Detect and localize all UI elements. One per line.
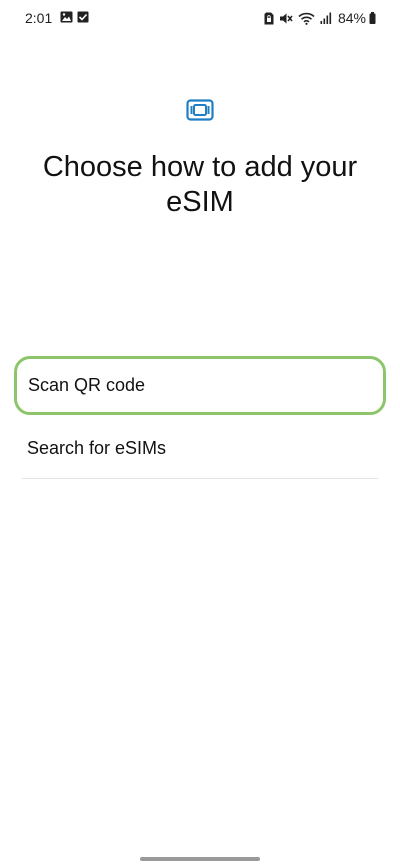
status-right-group: 84%	[259, 9, 376, 27]
status-bar: 2:01 84%	[0, 0, 400, 38]
navigation-gesture-handle[interactable]	[140, 857, 260, 861]
status-time: 2:01	[25, 10, 53, 26]
battery-percent: 84%	[337, 10, 366, 26]
battery-icon	[369, 12, 376, 24]
search-for-esims-option[interactable]: Search for eSIMs	[14, 426, 386, 470]
signal-icon	[320, 12, 332, 24]
page-title: Choose how to add your eSIM	[42, 151, 358, 218]
wifi-icon	[298, 12, 315, 25]
divider	[22, 478, 378, 479]
scan-qr-code-option[interactable]: Scan QR code	[14, 356, 386, 415]
checkbox-icon	[77, 11, 89, 23]
image-icon	[60, 11, 73, 23]
vibrate-mute-icon	[279, 13, 293, 23]
sim-lock-icon	[264, 12, 274, 24]
esim-chip-icon	[186, 99, 214, 121]
